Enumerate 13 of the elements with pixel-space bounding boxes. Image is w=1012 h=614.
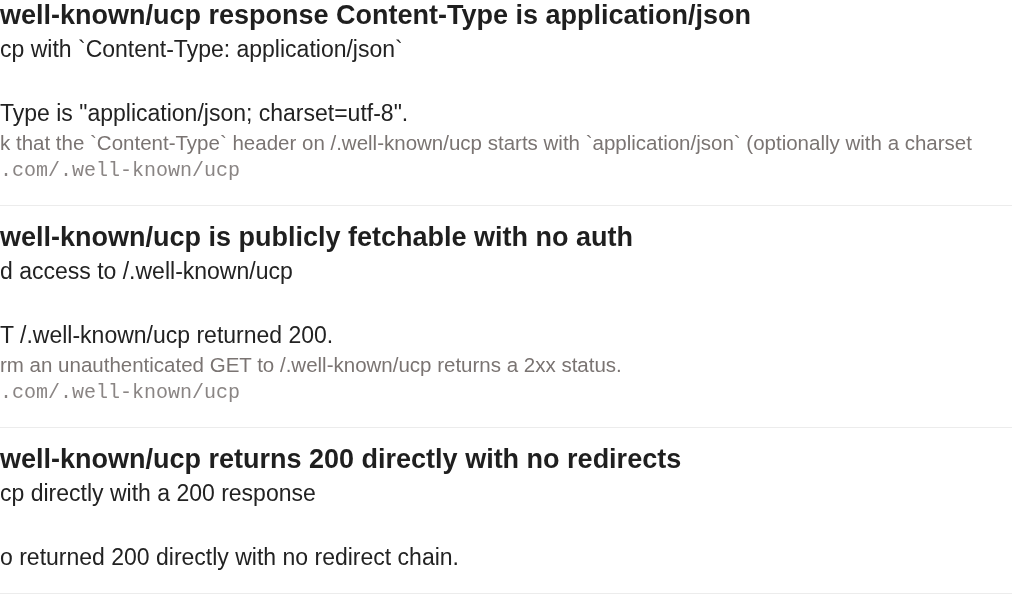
check-result: Type is "application/json; charset=utf-8".: [0, 99, 410, 127]
check-url: .com/.well-known/ucp: [0, 380, 242, 405]
check-url: .com/.well-known/ucp: [0, 158, 242, 183]
check-title: well-known/ucp response Content-Type is application/json: [0, 0, 753, 30]
check-result: T /.well-known/ucp returned 200.: [0, 321, 335, 349]
check-description: d access to /.well-known/ucp: [0, 257, 294, 285]
check-description: cp with `Content-Type: application/json`: [0, 35, 404, 63]
check-title: well-known/ucp is publicly fetchable with no auth: [0, 222, 635, 252]
check-result: o returned 200 directly with no redirect chain.: [0, 543, 460, 571]
check-detail: k that the `Content-Type` header on /.well-known/ucp starts with `application/json` (optionally with a charset: [0, 130, 973, 155]
check-title: well-known/ucp returns 200 directly with no redirects: [0, 444, 683, 474]
check-description: cp directly with a 200 response: [0, 479, 317, 507]
check-detail: rm an unauthenticated GET to /.well-known/ucp returns a 2xx status.: [0, 352, 623, 377]
